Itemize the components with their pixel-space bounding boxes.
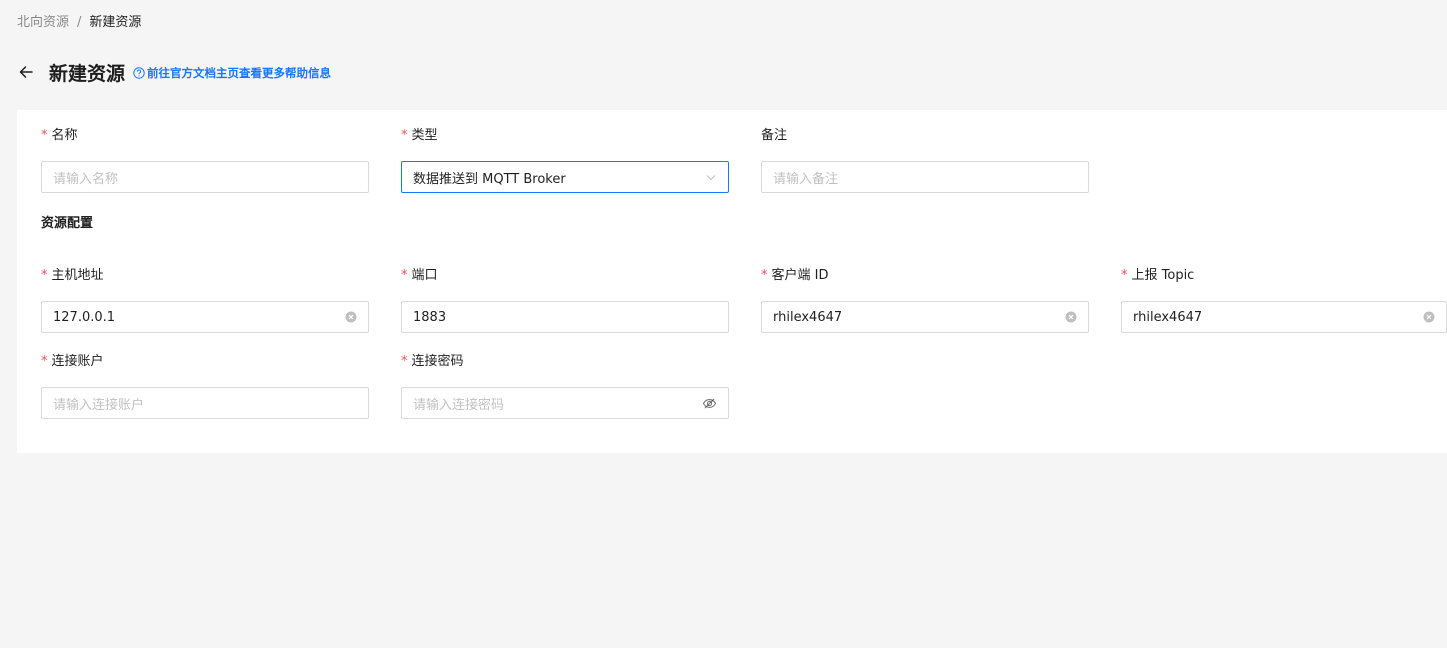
client-id-field: * 客户端 ID rhilex4647 [761, 266, 1089, 333]
type-select[interactable]: 数据推送到 MQTT Broker [401, 161, 729, 193]
breadcrumb: 北向资源 / 新建资源 [17, 13, 141, 33]
section-title: 资源配置 [41, 216, 94, 231]
required-mark: * [1121, 268, 1128, 283]
required-mark: * [41, 354, 48, 369]
breadcrumb-parent[interactable]: 北向资源 [17, 13, 69, 33]
required-mark: * [401, 354, 408, 369]
topic-field: * 上报 Topic rhilex4647 [1121, 266, 1447, 333]
name-input[interactable]: 请输入名称 [41, 161, 369, 193]
username-input[interactable]: 请输入连接账户 [41, 387, 369, 419]
name-placeholder: 请输入名称 [53, 171, 119, 187]
required-mark: * [41, 268, 48, 283]
eye-invisible-icon[interactable] [702, 396, 717, 411]
username-field: * 连接账户 请输入连接账户 [41, 352, 369, 419]
name-label: * 名称 [41, 126, 369, 146]
client-id-value: rhilex4647 [773, 309, 843, 325]
port-input[interactable]: 1883 [401, 301, 729, 333]
username-label: * 连接账户 [41, 352, 369, 372]
topic-input[interactable]: rhilex4647 [1121, 301, 1447, 333]
port-field: * 端口 1883 [401, 266, 729, 333]
help-doc-link[interactable]: 前往官方文档主页查看更多帮助信息 [133, 65, 331, 81]
question-circle-icon [133, 67, 145, 79]
client-id-input[interactable]: rhilex4647 [761, 301, 1089, 333]
page-title: 新建资源 [49, 62, 126, 85]
required-mark: * [761, 268, 768, 283]
username-placeholder: 请输入连接账户 [53, 397, 145, 413]
name-field: * 名称 请输入名称 [41, 126, 369, 193]
password-label: * 连接密码 [401, 352, 729, 372]
form-card: * 名称 请输入名称 * 类型 数据推送到 MQTT Broker 备注 请输入… [17, 110, 1447, 453]
breadcrumb-current: 新建资源 [89, 15, 142, 30]
close-circle-icon[interactable] [345, 311, 357, 323]
required-mark: * [41, 128, 48, 143]
password-input[interactable]: 请输入连接密码 [401, 387, 729, 419]
host-input[interactable]: 127.0.0.1 [41, 301, 369, 333]
close-circle-icon[interactable] [1065, 311, 1077, 323]
chevron-down-icon [705, 171, 717, 183]
page-header: 新建资源 前往官方文档主页查看更多帮助信息 [17, 58, 331, 86]
remark-field: 备注 请输入备注 [761, 126, 1089, 193]
remark-placeholder: 请输入备注 [773, 171, 839, 187]
password-placeholder: 请输入连接密码 [413, 397, 505, 413]
client-id-label: * 客户端 ID [761, 266, 1089, 286]
remark-label: 备注 [761, 128, 788, 143]
type-field: * 类型 数据推送到 MQTT Broker [401, 126, 729, 193]
breadcrumb-separator: / [77, 15, 82, 30]
host-label: * 主机地址 [41, 266, 369, 286]
port-label: * 端口 [401, 266, 729, 286]
back-button[interactable] [17, 63, 35, 81]
arrow-left-icon [19, 66, 33, 78]
topic-label: * 上报 Topic [1121, 266, 1447, 286]
close-circle-icon[interactable] [1423, 311, 1435, 323]
required-mark: * [401, 128, 408, 143]
type-selected-value: 数据推送到 MQTT Broker [413, 171, 566, 187]
port-value: 1883 [413, 309, 447, 325]
type-label: * 类型 [401, 126, 729, 146]
help-link-text: 前往官方文档主页查看更多帮助信息 [147, 66, 332, 80]
remark-input[interactable]: 请输入备注 [761, 161, 1089, 193]
host-value: 127.0.0.1 [53, 309, 116, 325]
required-mark: * [401, 268, 408, 283]
password-field: * 连接密码 请输入连接密码 [401, 352, 729, 419]
host-field: * 主机地址 127.0.0.1 [41, 266, 369, 333]
topic-value: rhilex4647 [1133, 309, 1203, 325]
